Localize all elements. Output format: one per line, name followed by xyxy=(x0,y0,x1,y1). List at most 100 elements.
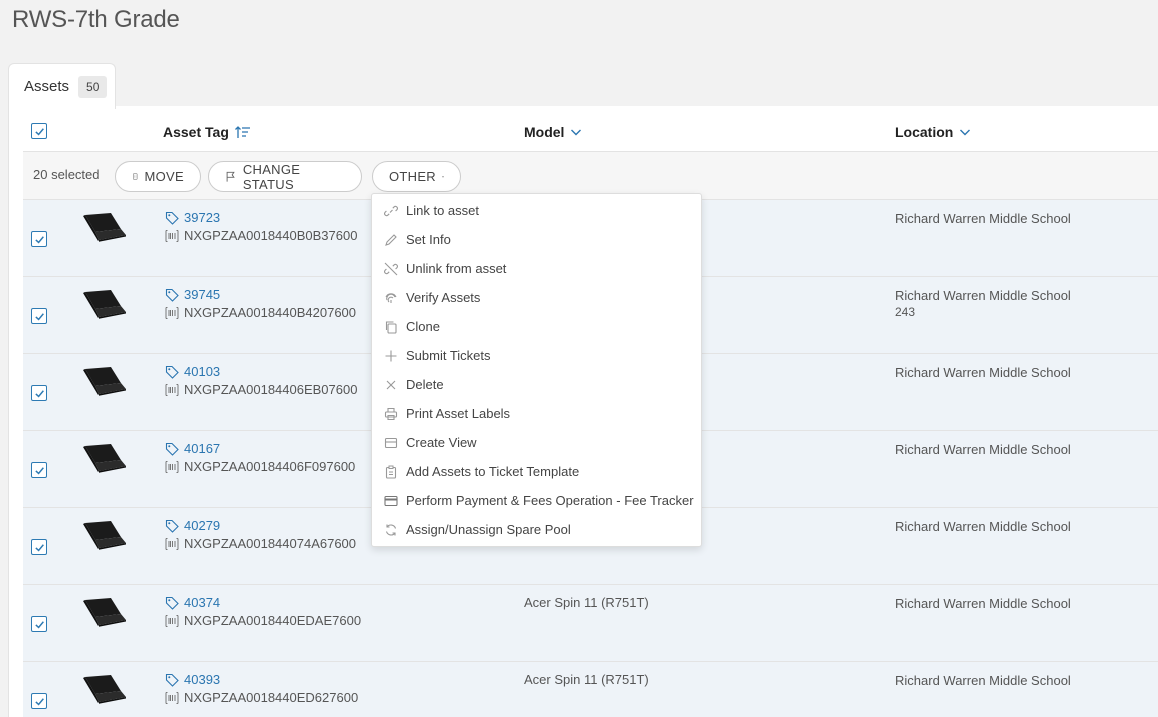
page-title: RWS-7th Grade xyxy=(12,6,180,33)
asset-tag-link[interactable]: 39723 xyxy=(165,210,220,225)
menu-item-copy[interactable]: Clone xyxy=(372,312,701,341)
serial-text: NXGPZAA0018440EDAE7600 xyxy=(184,613,362,628)
menu-item-label: Print Asset Labels xyxy=(406,406,511,421)
laptop-thumbnail[interactable] xyxy=(81,521,127,553)
serial-number: NXGPZAA00184406EB07600 xyxy=(165,382,357,397)
menu-item-close[interactable]: Delete xyxy=(372,370,701,399)
model-text: Acer Spin 11 (R751T) xyxy=(524,672,649,687)
location-text: Richard Warren Middle School xyxy=(895,442,1071,457)
link-icon xyxy=(384,205,398,216)
asset-tag: 40103 xyxy=(184,364,221,379)
row-checkbox[interactable] xyxy=(31,462,47,478)
asset-tag-link[interactable]: 40393 xyxy=(165,672,220,687)
room-text: 243 xyxy=(895,305,916,319)
tag-icon xyxy=(165,442,179,456)
table-row[interactable]: 40393 NXGPZAA0018440ED627600 Acer Spin 11 … xyxy=(23,662,1158,717)
change-status-button-label: CHANGE STATUS xyxy=(242,161,301,192)
row-checkbox[interactable] xyxy=(31,308,47,324)
location-text: Richard Warren Middle School xyxy=(895,365,1071,380)
menu-item-clipboard[interactable]: Add Assets to Ticket Template xyxy=(372,457,701,486)
row-checkbox[interactable] xyxy=(31,231,47,247)
menu-item-label: Set Info xyxy=(406,232,451,247)
tab-assets[interactable]: Assets 50 xyxy=(8,63,116,109)
serial-text: NXGPZAA00184406EB07600 xyxy=(184,382,358,397)
move-button[interactable]: MOVE xyxy=(115,161,201,192)
barcode-icon xyxy=(165,614,179,627)
asset-tag-link[interactable]: 40167 xyxy=(165,441,220,456)
unlink-icon xyxy=(384,262,398,275)
menu-item-label: Perform Payment & Fees Operation - Fee T… xyxy=(406,493,694,508)
model-text: Acer Spin 11 (R751T) xyxy=(524,595,649,610)
row-checkbox[interactable] xyxy=(31,539,47,555)
menu-item-credit-card[interactable]: Perform Payment & Fees Operation - Fee T… xyxy=(372,486,701,515)
tag-icon xyxy=(165,596,179,610)
checkmark-icon xyxy=(34,697,44,705)
move-icon xyxy=(133,173,138,180)
serial-number: NXGPZAA001844074A67600 xyxy=(165,536,356,551)
asset-tag-link[interactable]: 40279 xyxy=(165,518,220,533)
menu-item-refresh[interactable]: Assign/Unassign Spare Pool xyxy=(372,515,701,544)
location-text: Richard Warren Middle School xyxy=(895,596,1071,611)
menu-item-plus[interactable]: Submit Tickets xyxy=(372,341,701,370)
serial-number: NXGPZAA0018440ED627600 xyxy=(165,690,358,705)
menu-item-printer[interactable]: Print Asset Labels xyxy=(372,399,701,428)
column-location[interactable]: Location xyxy=(895,124,971,140)
column-model[interactable]: Model xyxy=(524,124,582,140)
fingerprint-icon xyxy=(385,292,397,303)
menu-item-fingerprint[interactable]: Verify Assets xyxy=(372,283,701,312)
asset-tag: 39745 xyxy=(184,287,221,302)
asset-tag-link[interactable]: 39745 xyxy=(165,287,220,302)
location-text: Richard Warren Middle School xyxy=(895,519,1071,534)
column-model-label: Model xyxy=(524,124,565,140)
asset-tag-link[interactable]: 40103 xyxy=(165,364,220,379)
asset-tag: 40279 xyxy=(184,518,221,533)
column-asset-tag[interactable]: Asset Tag xyxy=(163,124,251,140)
clipboard-icon xyxy=(385,465,397,479)
menu-item-label: Create View xyxy=(406,435,477,450)
table-row[interactable]: 40374 NXGPZAA0018440EDAE7600 Acer Spin 11 … xyxy=(23,585,1158,662)
select-all-checkbox[interactable] xyxy=(31,123,47,139)
menu-item-link[interactable]: Link to asset xyxy=(372,196,701,225)
menu-item-label: Assign/Unassign Spare Pool xyxy=(406,522,571,537)
row-checkbox[interactable] xyxy=(31,693,47,709)
laptop-thumbnail[interactable] xyxy=(81,213,127,245)
row-checkbox[interactable] xyxy=(31,616,47,632)
chevron-down-icon xyxy=(571,129,582,136)
asset-tag-link[interactable]: 40374 xyxy=(165,595,220,610)
menu-item-label: Submit Tickets xyxy=(406,348,491,363)
laptop-thumbnail[interactable] xyxy=(81,367,127,399)
menu-item-label: Unlink from asset xyxy=(406,261,507,276)
menu-item-view[interactable]: Create View xyxy=(372,428,701,457)
asset-tag: 39723 xyxy=(184,210,221,225)
tab-count-badge: 50 xyxy=(78,75,108,98)
checkmark-icon xyxy=(34,620,44,628)
menu-item-pencil[interactable]: Set Info xyxy=(372,225,701,254)
row-checkbox[interactable] xyxy=(31,385,47,401)
barcode-icon xyxy=(165,383,179,396)
other-dropdown-button[interactable]: OTHER xyxy=(372,161,461,192)
other-button-label: OTHER xyxy=(389,169,436,184)
checkmark-icon xyxy=(34,389,44,397)
menu-item-unlink[interactable]: Unlink from asset xyxy=(372,254,701,283)
chevron-down-icon xyxy=(960,129,971,136)
other-actions-menu: Link to asset Set Info Unlink from asset Ve… xyxy=(371,193,702,547)
tab-label: Assets xyxy=(24,78,70,95)
serial-text: NXGPZAA0018440B4207600 xyxy=(184,305,357,320)
refresh-icon xyxy=(385,524,397,535)
barcode-icon xyxy=(165,691,179,704)
laptop-thumbnail[interactable] xyxy=(81,598,127,630)
flag-icon xyxy=(226,171,235,182)
menu-item-label: Verify Assets xyxy=(406,290,481,305)
change-status-button[interactable]: CHANGE STATUS xyxy=(208,161,362,192)
tag-icon xyxy=(165,211,179,225)
asset-tag: 40374 xyxy=(184,595,221,610)
checkmark-icon xyxy=(34,312,44,320)
laptop-thumbnail[interactable] xyxy=(81,444,127,476)
close-icon xyxy=(386,380,396,389)
checkmark-icon xyxy=(34,543,44,551)
laptop-thumbnail[interactable] xyxy=(81,675,127,707)
serial-text: NXGPZAA0018440B0B37600 xyxy=(184,228,358,243)
serial-text: NXGPZAA0018440ED627600 xyxy=(184,690,359,705)
checkbox-icon xyxy=(31,123,47,139)
laptop-thumbnail[interactable] xyxy=(81,290,127,322)
